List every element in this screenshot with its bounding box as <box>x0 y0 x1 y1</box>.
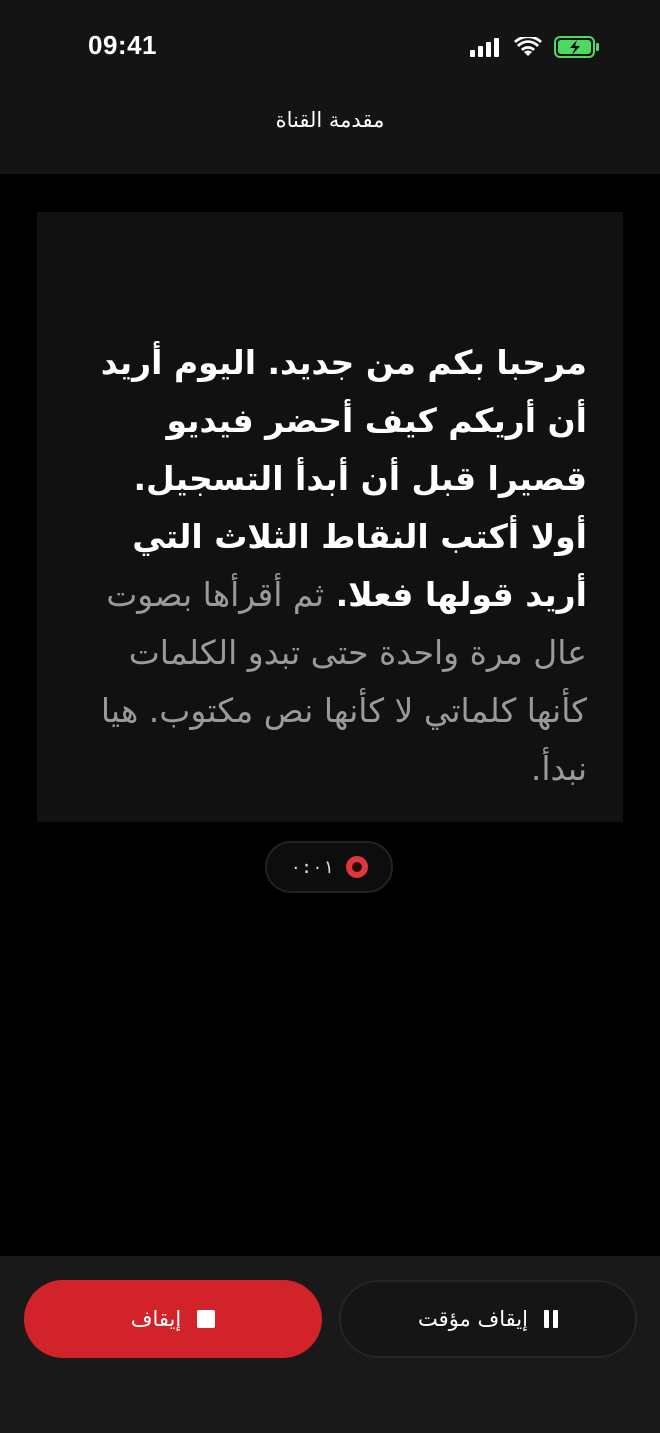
pause-button-label: إيقاف مؤقت <box>418 1307 528 1331</box>
stop-button[interactable]: إيقاف <box>24 1280 322 1358</box>
status-icons <box>470 34 600 60</box>
record-indicator-icon <box>345 856 368 878</box>
controls-panel: إيقاف إيقاف مؤقت <box>0 1256 660 1433</box>
status-bar: 09:41 <box>0 0 660 96</box>
status-time: 09:41 <box>88 30 157 60</box>
stop-icon <box>197 1310 216 1328</box>
pause-button[interactable]: إيقاف مؤقت <box>339 1280 637 1358</box>
page-title: مقدمة القناة <box>275 108 385 132</box>
script-read-text: مرحبا بكم من جديد. اليوم أريد أن أريكم ك… <box>100 343 587 614</box>
wifi-icon <box>514 37 542 56</box>
recording-timer: ٠:٠١ <box>265 841 393 893</box>
elapsed-time: ٠:٠١ <box>290 856 334 878</box>
stop-button-label: إيقاف <box>130 1307 182 1331</box>
pause-icon <box>543 1310 558 1328</box>
teleprompter-card: مرحبا بكم من جديد. اليوم أريد أن أريكم ك… <box>37 212 623 822</box>
nav-bar: مقدمة القناة <box>0 96 660 174</box>
battery-charging-icon <box>554 36 599 58</box>
teleprompter-text: مرحبا بكم من جديد. اليوم أريد أن أريكم ك… <box>81 334 587 798</box>
cellular-signal-icon <box>470 38 499 57</box>
